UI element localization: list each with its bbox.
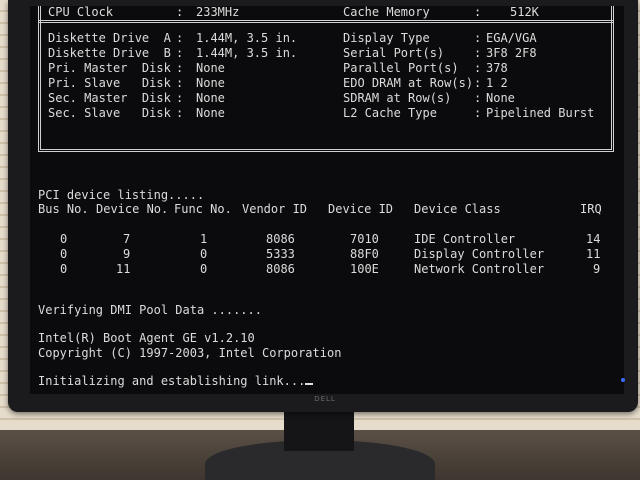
port-label: EDO DRAM at Row(s) <box>343 76 474 90</box>
port-value: 1 2 <box>486 76 508 90</box>
pci-listing-title: PCI device listing..... <box>38 188 205 202</box>
drive-label: Sec. Master Disk <box>48 91 171 105</box>
pci-cell: 7 <box>123 232 131 246</box>
colon: : <box>176 106 184 120</box>
port-label: Serial Port(s) <box>343 46 474 60</box>
colon: : <box>474 106 482 120</box>
pci-cell: 9 <box>123 247 131 261</box>
port-value: None <box>486 91 515 105</box>
drive-value: None <box>196 76 225 90</box>
port-value: EGA/VGA <box>486 31 537 45</box>
monitor-stand-neck <box>284 411 354 451</box>
status-message: Initializing and establishing link... <box>38 374 314 388</box>
port-value: 378 <box>486 61 508 75</box>
bios-screen: CPU Clock : 233MHz Cache Memory : 512K D… <box>30 6 624 394</box>
colon: : <box>474 31 482 45</box>
pci-cell: 100E <box>350 262 379 276</box>
colon: : <box>176 6 184 19</box>
port-label: L2 Cache Type <box>343 106 474 120</box>
pci-column-header: Vendor ID <box>242 202 308 216</box>
port-label: Parallel Port(s) <box>343 61 474 75</box>
port-label: Display Type <box>343 31 474 45</box>
pci-column-header: Device No. <box>96 202 169 216</box>
colon: : <box>474 61 482 75</box>
colon: : <box>176 31 184 45</box>
port-value: 3F8 2F8 <box>486 46 537 60</box>
copyright-message: Copyright (C) 1997-2003, Intel Corporati… <box>38 346 342 360</box>
pci-cell: Network Controller <box>414 262 545 276</box>
drive-value: 1.44M, 3.5 in. <box>196 46 298 60</box>
colon: : <box>176 91 184 105</box>
drive-label: Diskette Drive B <box>48 46 171 60</box>
port-value: Pipelined Burst <box>486 106 595 120</box>
drive-value: None <box>196 91 225 105</box>
drive-label: Diskette Drive A <box>48 31 171 45</box>
drive-label: Sec. Slave Disk <box>48 106 171 120</box>
pci-column-header: Func No. <box>174 202 232 216</box>
cpu-clock-label: CPU Clock <box>48 6 114 19</box>
pci-cell: 1 <box>200 232 208 246</box>
pci-cell: 0 <box>200 262 208 276</box>
drive-value: None <box>196 61 225 75</box>
pci-column-header: Device ID <box>328 202 394 216</box>
drive-value: 1.44M, 3.5 in. <box>196 31 298 45</box>
pci-cell: IDE Controller <box>414 232 516 246</box>
drive-value: None <box>196 106 225 120</box>
pci-cell: 5333 <box>266 247 295 261</box>
summary-divider <box>38 20 614 23</box>
pci-cell: Display Controller <box>414 247 545 261</box>
pci-cell: 11 <box>116 262 131 276</box>
pci-cell: 8086 <box>266 232 295 246</box>
colon: : <box>176 76 184 90</box>
boot-agent-message: Intel(R) Boot Agent GE v1.2.10 <box>38 331 255 345</box>
pci-column-header: Device Class <box>414 202 501 216</box>
colon: : <box>474 6 482 19</box>
cpu-clock-value: 233MHz <box>196 6 240 19</box>
pci-column-header: IRQ <box>580 202 602 216</box>
colon: : <box>474 76 482 90</box>
pci-cell: 0 <box>60 262 68 276</box>
pci-cell: 11 <box>586 247 601 261</box>
cache-memory-value: 512K <box>510 6 539 19</box>
colon: : <box>474 91 482 105</box>
pci-column-header: Bus No. <box>38 202 89 216</box>
pci-cell: 88F0 <box>350 247 379 261</box>
pci-cell: 0 <box>60 232 68 246</box>
pci-cell: 8086 <box>266 262 295 276</box>
pci-cell: 0 <box>200 247 208 261</box>
colon: : <box>176 61 184 75</box>
pci-cell: 7010 <box>350 232 379 246</box>
text-cursor <box>305 383 314 385</box>
pci-cell: 14 <box>586 232 601 246</box>
status-text: Initializing and establishing link... <box>38 374 306 388</box>
colon: : <box>474 46 482 60</box>
drive-label: Pri. Slave Disk <box>48 76 171 90</box>
pci-cell: 0 <box>60 247 68 261</box>
colon: : <box>176 46 184 60</box>
pci-cell: 9 <box>593 262 601 276</box>
power-led-icon <box>621 378 625 382</box>
monitor-brand-logo: DELL <box>314 395 336 403</box>
cache-memory-label: Cache Memory <box>343 6 430 19</box>
dmi-message: Verifying DMI Pool Data ....... <box>38 303 262 317</box>
monitor: CPU Clock : 233MHz Cache Memory : 512K D… <box>8 0 638 412</box>
port-label: SDRAM at Row(s) <box>343 91 474 105</box>
drive-label: Pri. Master Disk <box>48 61 171 75</box>
